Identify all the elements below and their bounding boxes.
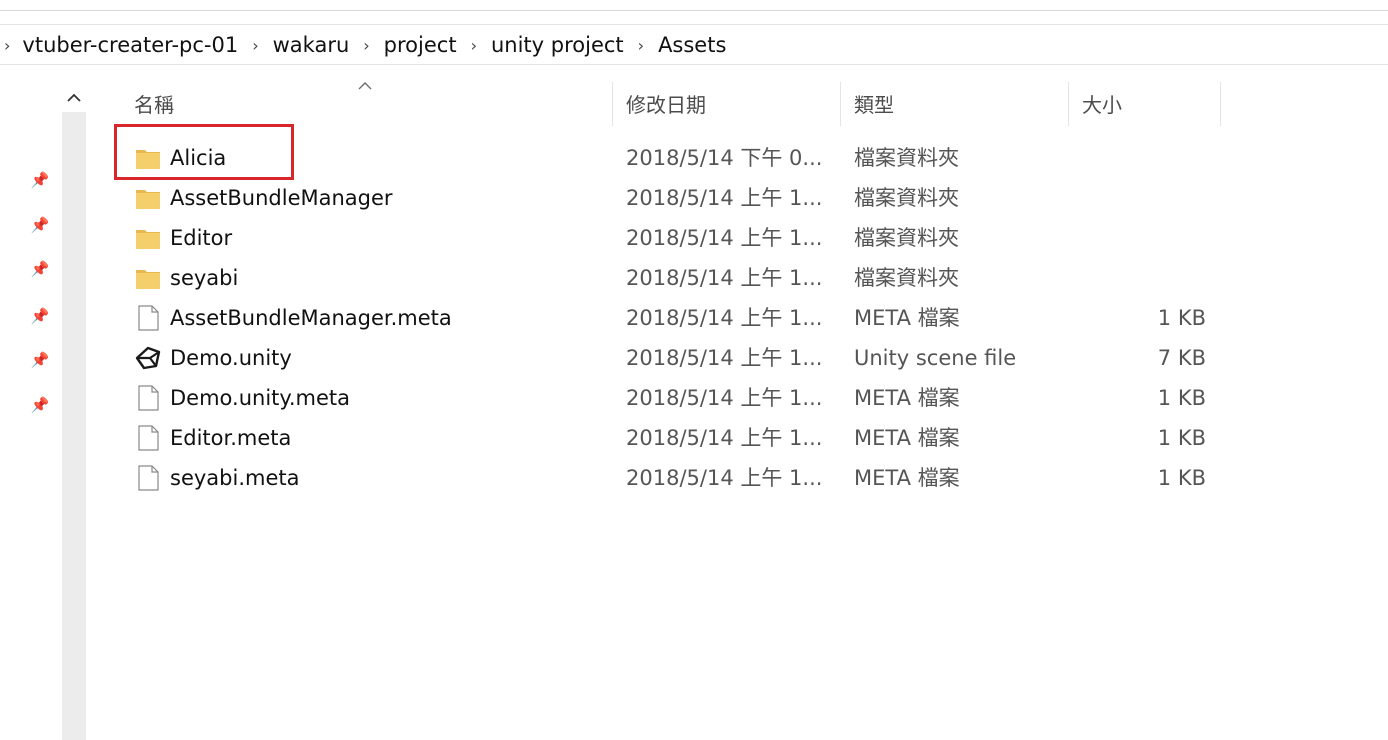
folder-icon — [134, 144, 162, 172]
file-modified-date: 2018/5/14 上午 1... — [626, 346, 823, 370]
folder-icon — [134, 264, 162, 292]
column-divider[interactable] — [612, 82, 613, 126]
chevron-right-icon[interactable]: › — [252, 36, 258, 55]
file-size: 1 KB — [1157, 426, 1206, 450]
file-name: seyabi.meta — [170, 466, 300, 490]
file-size: 1 KB — [1157, 386, 1206, 410]
file-row[interactable]: Demo.unity 2018/5/14 上午 1... Unity scene f… — [120, 338, 1220, 378]
file-row[interactable]: AssetBundleManager.meta 2018/5/14 上午 1...… — [120, 298, 1220, 338]
folder-icon — [134, 224, 162, 252]
breadcrumb-item[interactable]: vtuber-creater-pc-01 — [22, 33, 238, 57]
file-name: Alicia — [170, 146, 227, 170]
file-modified-date: 2018/5/14 上午 1... — [626, 426, 823, 450]
breadcrumb-item[interactable]: project — [384, 33, 457, 57]
file-icon — [134, 384, 162, 412]
address-bar-divider — [0, 64, 1388, 65]
pin-icon[interactable]: 📌 — [28, 213, 52, 237]
chevron-right-icon[interactable]: › — [638, 36, 644, 55]
file-modified-date: 2018/5/14 上午 1... — [626, 186, 823, 210]
file-type: Unity scene file — [854, 346, 1017, 370]
file-modified-date: 2018/5/14 上午 1... — [626, 466, 823, 490]
file-modified-date: 2018/5/14 下午 0... — [626, 146, 823, 170]
file-row[interactable]: Editor.meta 2018/5/14 上午 1... META 檔案 1 KB — [120, 418, 1220, 458]
column-header-size[interactable]: 大小 — [1082, 80, 1122, 126]
column-header-name[interactable]: 名稱 — [134, 80, 174, 126]
file-modified-date: 2018/5/14 上午 1... — [626, 266, 823, 290]
nav-pane-scrollbar[interactable] — [62, 112, 86, 740]
file-row[interactable]: seyabi.meta 2018/5/14 上午 1... META 檔案 1 KB — [120, 458, 1220, 498]
file-icon — [134, 464, 162, 492]
pin-icon[interactable]: 📌 — [28, 304, 52, 328]
file-name: Editor.meta — [170, 426, 292, 450]
scroll-up-chevron-icon[interactable] — [60, 84, 88, 112]
file-modified-date: 2018/5/14 上午 1... — [626, 306, 823, 330]
file-modified-date: 2018/5/14 上午 1... — [626, 386, 823, 410]
column-header-modified[interactable]: 修改日期 — [626, 80, 706, 126]
navigation-pane: 📌 📌 📌 📌 📌 📌 — [0, 82, 62, 740]
column-header: 名稱 修改日期 類型 大小 — [100, 80, 1230, 126]
file-name: Editor — [170, 226, 233, 250]
file-type: META 檔案 — [854, 306, 960, 330]
file-row[interactable]: Alicia 2018/5/14 下午 0... 檔案資料夾 — [120, 138, 1220, 178]
breadcrumb-item-current[interactable]: Assets — [658, 33, 726, 57]
file-name: Demo.unity — [170, 346, 292, 370]
file-type: 檔案資料夾 — [854, 226, 959, 250]
column-header-type[interactable]: 類型 — [854, 80, 894, 126]
breadcrumb-item[interactable]: unity project — [491, 33, 624, 57]
file-size: 1 KB — [1157, 466, 1206, 490]
file-name: Demo.unity.meta — [170, 386, 350, 410]
file-type: META 檔案 — [854, 466, 960, 490]
column-divider[interactable] — [840, 82, 841, 126]
window-top-divider — [0, 10, 1388, 11]
sort-ascending-icon — [358, 76, 372, 95]
file-icon — [134, 304, 162, 332]
pin-icon[interactable]: 📌 — [28, 168, 52, 192]
unity-icon — [134, 344, 162, 372]
file-icon — [134, 424, 162, 452]
file-row[interactable]: AssetBundleManager 2018/5/14 上午 1... 檔案資料夾 — [120, 178, 1220, 218]
file-name: seyabi — [170, 266, 239, 290]
file-row[interactable]: seyabi 2018/5/14 上午 1... 檔案資料夾 — [120, 258, 1220, 298]
folder-icon — [134, 184, 162, 212]
file-name: AssetBundleManager.meta — [170, 306, 452, 330]
chevron-right-icon[interactable]: › — [363, 36, 369, 55]
file-type: 檔案資料夾 — [854, 146, 959, 170]
file-type: 檔案資料夾 — [854, 266, 959, 290]
file-name: AssetBundleManager — [170, 186, 393, 210]
column-divider[interactable] — [1068, 82, 1069, 126]
column-divider[interactable] — [1220, 82, 1221, 126]
file-size: 1 KB — [1157, 306, 1206, 330]
chevron-right-icon[interactable]: › — [4, 36, 10, 55]
pin-icon[interactable]: 📌 — [28, 393, 52, 417]
file-row[interactable]: Editor 2018/5/14 上午 1... 檔案資料夾 — [120, 218, 1220, 258]
file-type: 檔案資料夾 — [854, 186, 959, 210]
address-bar[interactable]: › vtuber-creater-pc-01 › wakaru › projec… — [0, 28, 1388, 62]
breadcrumb-item[interactable]: wakaru — [273, 33, 350, 57]
pin-icon[interactable]: 📌 — [28, 257, 52, 281]
chevron-right-icon[interactable]: › — [471, 36, 477, 55]
file-size: 7 KB — [1157, 346, 1206, 370]
file-row[interactable]: Demo.unity.meta 2018/5/14 上午 1... META 檔案 1… — [120, 378, 1220, 418]
pin-icon[interactable]: 📌 — [28, 348, 52, 372]
file-modified-date: 2018/5/14 上午 1... — [626, 226, 823, 250]
file-type: META 檔案 — [854, 426, 960, 450]
toolbar-divider — [0, 24, 1388, 25]
file-type: META 檔案 — [854, 386, 960, 410]
